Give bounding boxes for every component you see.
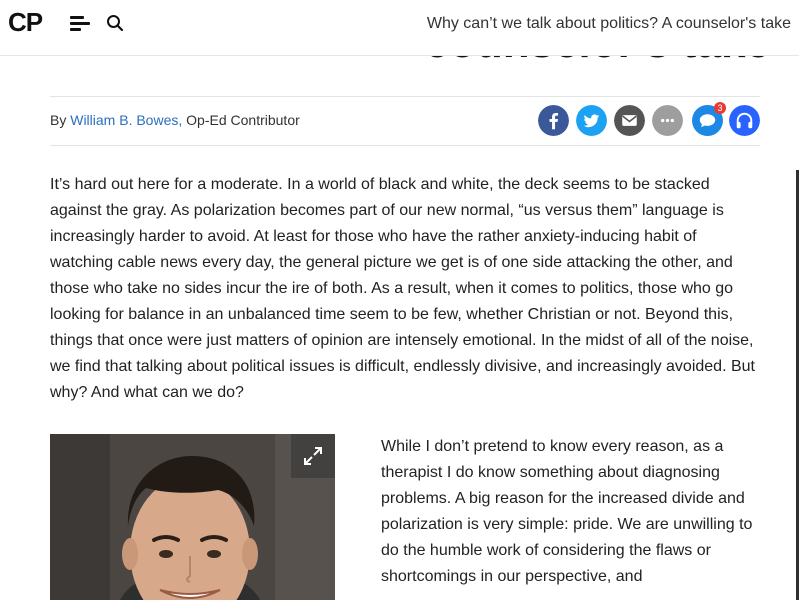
byline-prefix: By <box>50 112 71 128</box>
facebook-icon[interactable] <box>538 105 569 136</box>
author-role: Op-Ed Contributor <box>182 112 300 128</box>
byline: By William B. Bowes, Op-Ed Contributor <box>50 112 300 128</box>
comments-button[interactable]: 3 <box>692 102 726 136</box>
more-icon[interactable] <box>652 105 683 136</box>
expand-icon <box>304 447 322 465</box>
byline-row: By William B. Bowes, Op-Ed Contributor 3 <box>50 96 760 146</box>
comment-count-badge: 3 <box>714 102 726 114</box>
podcast-icon[interactable] <box>729 105 760 136</box>
share-bar: 3 <box>538 102 760 137</box>
twitter-icon[interactable] <box>576 105 607 136</box>
author-link[interactable]: William B. Bowes, <box>70 112 182 128</box>
article-paragraph-wrapped: While I don’t pretend to know every reas… <box>381 438 753 585</box>
menu-icon[interactable] <box>70 16 90 32</box>
top-nav: CP Why can’t we talk about politics? A c… <box>0 0 799 56</box>
site-logo[interactable]: CP <box>8 8 43 36</box>
article-paragraph: It’s hard out here for a moderate. In a … <box>50 176 755 401</box>
search-icon[interactable] <box>106 14 124 32</box>
nav-article-title[interactable]: Why can’t we talk about politics? A coun… <box>427 15 791 33</box>
email-icon[interactable] <box>614 105 645 136</box>
expand-image-button[interactable] <box>291 434 335 478</box>
author-photo[interactable] <box>50 434 335 600</box>
